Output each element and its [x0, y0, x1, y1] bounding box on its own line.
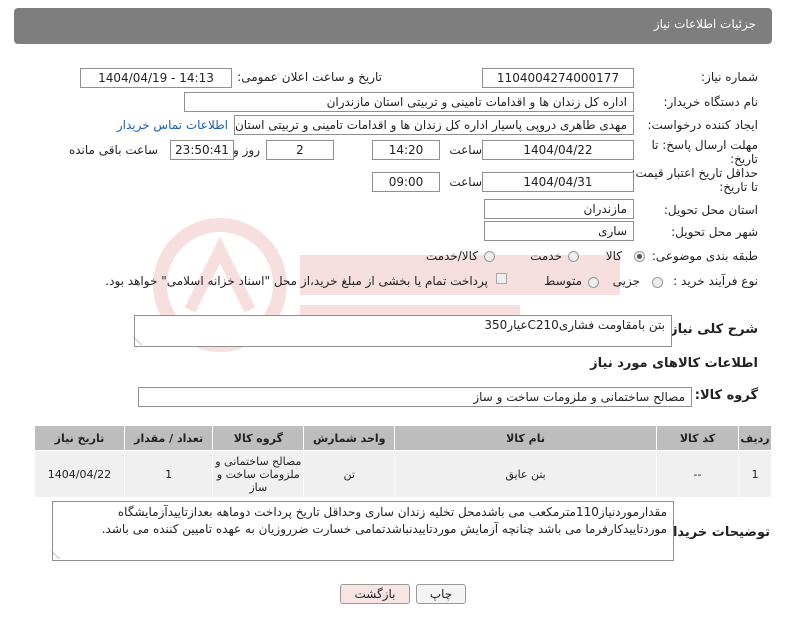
col-quantity: تعداد / مقدار	[123, 425, 214, 451]
price-validity-label-line1: حداقل تاریخ اعتبار قیمت:	[631, 166, 758, 180]
resize-handle-icon[interactable]	[133, 337, 150, 345]
delivery-province-field: مازندران	[484, 199, 634, 219]
buyer-notes-label: توضیحات خریدار:	[660, 525, 770, 540]
col-row-number: ردیف	[738, 425, 772, 451]
col-item-group: گروه کالا	[212, 425, 305, 451]
back-button[interactable]: بازگشت	[340, 584, 410, 604]
deadline-label-line2: تاریخ:	[730, 152, 758, 166]
deadline-time-field: 14:20	[372, 140, 440, 160]
days-field: 2	[266, 140, 334, 160]
goods-group-label: گروه کالا:	[694, 388, 758, 403]
cell-row-number: 1	[738, 450, 772, 498]
col-need-date: تاریخ نیاز	[34, 425, 125, 451]
payment-note: پرداخت تمام یا بخشی از مبلغ خرید،از محل …	[105, 274, 488, 288]
page-title: جزئیات اطلاعات نیاز	[653, 17, 756, 31]
col-item-code: کد کالا	[655, 425, 740, 451]
need-number-label: شماره نیاز:	[701, 70, 758, 84]
process-option-minor: جزیی	[612, 274, 640, 288]
process-radio-minor[interactable]	[652, 277, 663, 288]
category-radio-goods[interactable]	[634, 251, 645, 262]
delivery-city-label: شهر محل تحویل:	[671, 225, 758, 239]
buyer-org-label: نام دستگاه خریدار:	[663, 95, 759, 109]
category-option-service: خدمت	[530, 249, 562, 263]
category-radio-service[interactable]	[568, 251, 579, 262]
cell-unit: تن	[303, 450, 396, 498]
print-button[interactable]: چاپ	[416, 584, 466, 604]
price-validity-time-field: 09:00	[372, 172, 440, 192]
process-label: نوع فرآیند خرید :	[673, 274, 758, 288]
remaining-time-field: 23:50:41	[170, 140, 234, 160]
process-option-medium: متوسط	[544, 274, 582, 288]
price-validity-date-field: 1404/04/31	[482, 172, 634, 192]
deadline-label-line1: مهلت ارسال پاسخ: تا	[651, 138, 758, 152]
cell-item-code: --	[655, 450, 740, 498]
days-label: روز و	[233, 143, 260, 157]
buyer-notes-textarea[interactable]: مقدارموردنیاز110مترمکعب می باشدمحل تخلیه…	[51, 501, 674, 561]
goods-group-field: مصالح ساختمانی و ملزومات ساخت و ساز	[138, 387, 692, 407]
col-item-name: نام کالا	[394, 425, 657, 451]
deadline-time-label: ساعت	[449, 143, 482, 157]
process-radio-medium[interactable]	[588, 277, 599, 288]
buyer-notes-text: مقدارموردنیاز110مترمکعب می باشدمحل تخلیه…	[101, 505, 667, 536]
cell-need-date: 1404/04/22	[34, 450, 125, 498]
category-option-goods-service: کالا/خدمت	[425, 249, 478, 263]
buyer-org-field: اداره کل زندان ها و اقدامات تامینی و ترب…	[184, 92, 634, 112]
items-table-header-row: ردیف کد کالا نام کالا واحد شمارش گروه کا…	[34, 425, 772, 451]
cell-item-group: مصالح ساختمانی و ملزومات ساخت و ساز	[212, 450, 305, 498]
requester-field: مهدی طاهری دروپی پاسیار اداره کل زندان ه…	[234, 115, 634, 135]
items-table: ردیف کد کالا نام کالا واحد شمارش گروه کا…	[34, 425, 772, 498]
description-textarea[interactable]: بتن بامقاومت فشاریC210عیار350	[133, 315, 672, 347]
category-option-goods: کالا	[605, 249, 622, 263]
deadline-date-field: 1404/04/22	[482, 140, 634, 160]
goods-info-title: اطلاعات کالاهای مورد نیاز	[590, 356, 758, 371]
announce-label: تاریخ و ساعت اعلان عمومی:	[237, 70, 382, 84]
price-validity-label-line2: تا تاریخ:	[719, 180, 758, 194]
description-label: شرح کلی نیاز:	[664, 322, 758, 337]
treasury-payment-checkbox[interactable]	[496, 273, 507, 284]
requester-label: ایجاد کننده درخواست:	[647, 118, 758, 132]
cell-item-name: بتن عایق	[394, 450, 657, 498]
table-row: 1 -- بتن عایق تن مصالح ساختمانی و ملزوما…	[34, 450, 772, 498]
category-label: طبقه بندی موضوعی:	[651, 249, 758, 263]
remaining-label: ساعت باقی مانده	[68, 143, 158, 157]
col-unit: واحد شمارش	[303, 425, 396, 451]
delivery-province-label: استان محل تحویل:	[663, 203, 758, 217]
category-radio-goods-service[interactable]	[484, 251, 495, 262]
description-text: بتن بامقاومت فشاریC210عیار350	[484, 318, 665, 332]
resize-handle-icon[interactable]	[51, 551, 68, 559]
announce-field: 1404/04/19 - 14:13	[80, 68, 232, 88]
page-header: جزئیات اطلاعات نیاز	[14, 8, 772, 44]
cell-quantity: 1	[123, 450, 214, 498]
buyer-contact-link[interactable]: اطلاعات تماس خریدار	[117, 118, 228, 132]
need-number-field: 1104004274000177	[482, 68, 634, 88]
price-validity-time-label: ساعت	[449, 175, 482, 189]
delivery-city-field: ساری	[484, 221, 634, 241]
